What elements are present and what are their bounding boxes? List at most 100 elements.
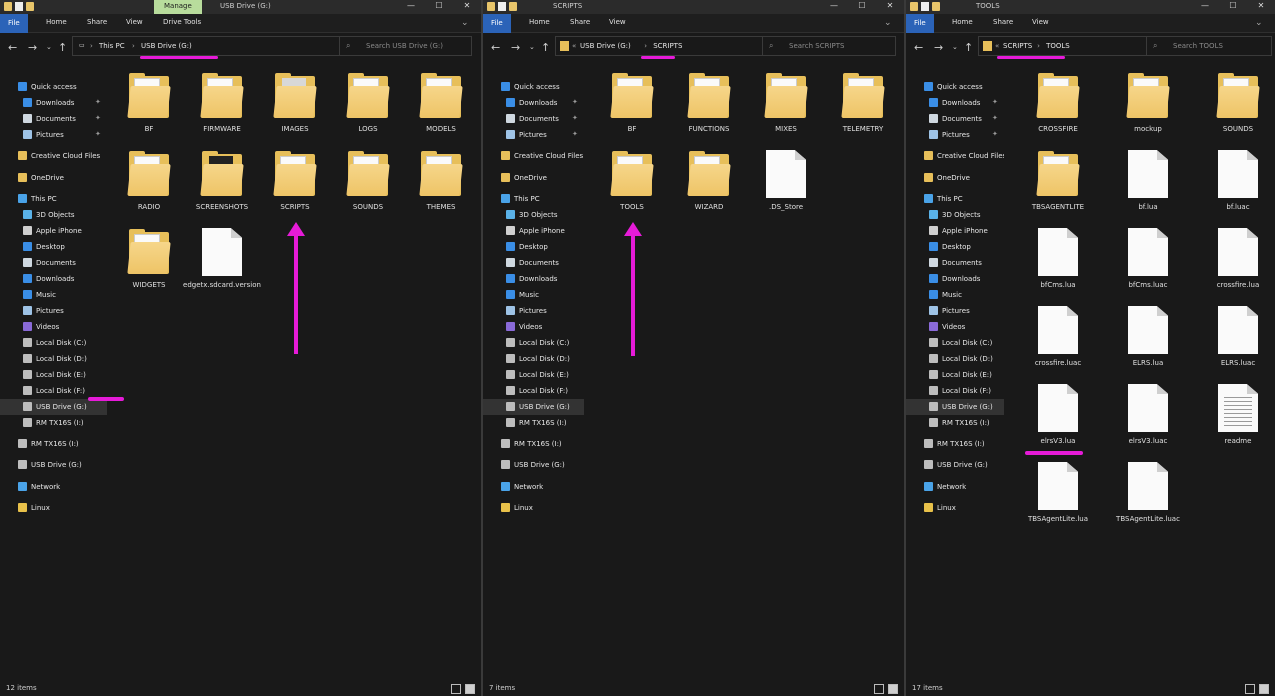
sidebar-item-downloads[interactable]: Downloads ✦ [483,95,584,111]
minimize-button[interactable]: — [1191,0,1219,14]
back-button[interactable]: ← [8,41,17,54]
close-button[interactable]: ✕ [453,0,481,14]
sidebar-item-pictures[interactable]: Pictures [0,303,107,319]
file-item[interactable]: SOUNDS [1199,72,1275,134]
sidebar-item-documents[interactable]: Documents [906,255,1004,271]
forward-button[interactable]: → [934,41,943,54]
file-item[interactable]: TOOLS [593,150,671,212]
forward-button[interactable]: → [28,41,37,54]
sidebar-item-local-disk-c[interactable]: Local Disk (C:) [483,335,584,351]
sidebar-item-downloads[interactable]: Downloads [906,271,1004,287]
file-item[interactable]: BF [110,72,188,134]
sidebar-item-desktop[interactable]: Desktop [0,239,107,255]
search-box[interactable]: ⌕ Search USB Drive (G:) [339,36,472,56]
file-item[interactable]: FUNCTIONS [670,72,748,134]
tab-drive-tools[interactable]: Drive Tools [163,18,201,26]
sidebar-item-rm-tx16s-i[interactable]: RM TX16S (I:) [483,436,584,452]
sidebar-item-usb-drive-g[interactable]: USB Drive (G:) [906,399,1004,415]
sidebar-item-linux[interactable]: Linux [0,500,107,516]
sidebar-item-quick-access[interactable]: Quick access [906,79,1004,95]
file-item[interactable]: MODELS [402,72,480,134]
file-item[interactable]: ELRS.lua [1109,306,1187,368]
sidebar-item-local-disk-c[interactable]: Local Disk (C:) [0,335,107,351]
sidebar-item-onedrive[interactable]: OneDrive [0,170,107,186]
sidebar-item-apple-iphone[interactable]: Apple iPhone [0,223,107,239]
sidebar-item-3d-objects[interactable]: 3D Objects [0,207,107,223]
details-view-button[interactable] [451,684,461,694]
sidebar-item-documents[interactable]: Documents ✦ [906,111,1004,127]
sidebar-item-music[interactable]: Music [0,287,107,303]
sidebar-item-creative-cloud-files[interactable]: Creative Cloud Files [906,148,1006,164]
recent-locations-icon[interactable]: ⌄ [952,43,958,51]
sidebar-item-3d-objects[interactable]: 3D Objects [906,207,1004,223]
up-button[interactable]: ↑ [964,41,973,54]
back-button[interactable]: ← [914,41,923,54]
up-button[interactable]: ↑ [58,41,67,54]
breadcrumb-parent[interactable]: USB Drive (G:) [580,42,631,50]
file-item[interactable]: mockup [1109,72,1187,134]
sidebar-item-this-pc[interactable]: This PC [0,191,107,207]
close-button[interactable]: ✕ [1247,0,1275,14]
file-item[interactable]: MIXES [747,72,825,134]
sidebar-item-local-disk-e[interactable]: Local Disk (E:) [0,367,107,383]
sidebar-item-3d-objects[interactable]: 3D Objects [483,207,584,223]
forward-button[interactable]: → [511,41,520,54]
sidebar-item-onedrive[interactable]: OneDrive [906,170,1004,186]
sidebar-item-pictures[interactable]: Pictures [483,303,584,319]
file-item[interactable]: LOGS [329,72,407,134]
tab-view[interactable]: View [609,18,626,26]
sidebar-item-creative-cloud-files[interactable]: Creative Cloud Files [0,148,107,164]
file-item[interactable]: CROSSFIRE [1019,72,1097,134]
sidebar-item-downloads[interactable]: Downloads ✦ [0,95,107,111]
sidebar-item-pictures[interactable]: Pictures ✦ [483,127,584,143]
breadcrumb-overflow[interactable]: « [995,42,999,50]
file-item[interactable]: crossfire.lua [1199,228,1275,290]
sidebar-item-local-disk-d[interactable]: Local Disk (D:) [0,351,107,367]
new-folder-icon[interactable] [26,2,34,11]
sidebar-item-rm-tx16s-i[interactable]: RM TX16S (I:) [483,415,584,431]
expand-ribbon-icon[interactable]: ⌄ [1255,18,1263,28]
file-item[interactable]: IMAGES [256,72,334,134]
file-item[interactable]: TBSAGENTLITE [1019,150,1097,212]
sidebar-item-music[interactable]: Music [906,287,1004,303]
details-view-button[interactable] [1245,684,1255,694]
large-icons-view-button[interactable] [465,684,475,694]
sidebar-item-desktop[interactable]: Desktop [483,239,584,255]
recent-locations-icon[interactable]: ⌄ [46,43,52,51]
sidebar-item-local-disk-e[interactable]: Local Disk (E:) [483,367,584,383]
maximize-button[interactable]: ☐ [848,0,876,14]
sidebar-item-this-pc[interactable]: This PC [906,191,1004,207]
sidebar-item-local-disk-d[interactable]: Local Disk (D:) [483,351,584,367]
file-item[interactable]: FIRMWARE [183,72,261,134]
new-folder-icon[interactable] [932,2,940,11]
file-item[interactable]: readme [1199,384,1275,446]
sidebar-item-documents[interactable]: Documents ✦ [483,111,584,127]
tab-file[interactable]: File [906,14,934,33]
sidebar-item-creative-cloud-files[interactable]: Creative Cloud Files [483,148,584,164]
sidebar-item-videos[interactable]: Videos [906,319,1004,335]
sidebar-item-local-disk-d[interactable]: Local Disk (D:) [906,351,1004,367]
expand-ribbon-icon[interactable]: ⌄ [461,18,469,28]
recent-locations-icon[interactable]: ⌄ [529,43,535,51]
properties-icon[interactable] [921,2,929,11]
sidebar-item-usb-drive-g[interactable]: USB Drive (G:) [483,457,584,473]
new-folder-icon[interactable] [509,2,517,11]
sidebar-item-downloads[interactable]: Downloads [483,271,584,287]
sidebar-item-rm-tx16s-i[interactable]: RM TX16S (I:) [0,415,107,431]
breadcrumb-current[interactable]: TOOLS [1046,42,1070,50]
sidebar-item-rm-tx16s-i[interactable]: RM TX16S (I:) [906,415,1004,431]
sidebar-item-local-disk-c[interactable]: Local Disk (C:) [906,335,1004,351]
file-item[interactable]: elrsV3.luac [1109,384,1187,446]
file-item[interactable]: TBSAgentLite.lua [1019,462,1097,524]
tab-home[interactable]: Home [529,18,550,26]
sidebar-item-local-disk-f[interactable]: Local Disk (F:) [906,383,1004,399]
file-item[interactable]: edgetx.sdcard.version [183,228,261,290]
close-button[interactable]: ✕ [876,0,904,14]
sidebar-item-videos[interactable]: Videos [0,319,107,335]
breadcrumb-current[interactable]: USB Drive (G:) [141,42,192,50]
sidebar-item-pictures[interactable]: Pictures ✦ [0,127,107,143]
sidebar-item-quick-access[interactable]: Quick access [0,79,107,95]
sidebar-item-usb-drive-g[interactable]: USB Drive (G:) [0,457,107,473]
file-item[interactable]: ELRS.luac [1199,306,1275,368]
sidebar-item-usb-drive-g[interactable]: USB Drive (G:) [483,399,584,415]
